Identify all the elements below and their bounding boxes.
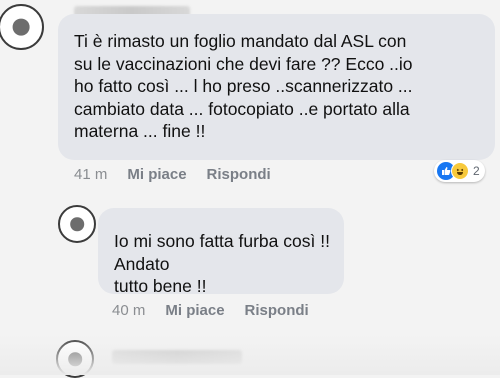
comment-text: Ti è rimasto un foglio mandato dal ASL c… xyxy=(74,31,413,141)
avatar[interactable] xyxy=(58,205,96,243)
reply-bubble: Io mi sono fatta furba così !! Andato tu… xyxy=(98,208,344,296)
reply-button[interactable]: Rispondi xyxy=(245,302,309,319)
timestamp[interactable]: 41 m xyxy=(74,166,107,183)
comment-actions: 41 m Mi piace Rispondi xyxy=(74,166,271,183)
comment-bubble: Ti è rimasto un foglio mandato dal ASL c… xyxy=(58,14,495,160)
reaction-count: 2 xyxy=(473,164,480,178)
like-button[interactable]: Mi piace xyxy=(165,302,224,319)
reply-actions: 40 m Mi piace Rispondi xyxy=(112,302,309,319)
timestamp[interactable]: 40 m xyxy=(112,302,145,319)
reaction-summary[interactable]: 2 xyxy=(434,160,485,182)
reply-button[interactable]: Rispondi xyxy=(207,166,271,183)
avatar[interactable] xyxy=(0,4,44,50)
bottom-fade xyxy=(0,335,500,375)
like-button[interactable]: Mi piace xyxy=(127,166,186,183)
haha-icon xyxy=(451,162,469,180)
reply-text: Io mi sono fatta furba così !! Andato tu… xyxy=(114,231,330,296)
